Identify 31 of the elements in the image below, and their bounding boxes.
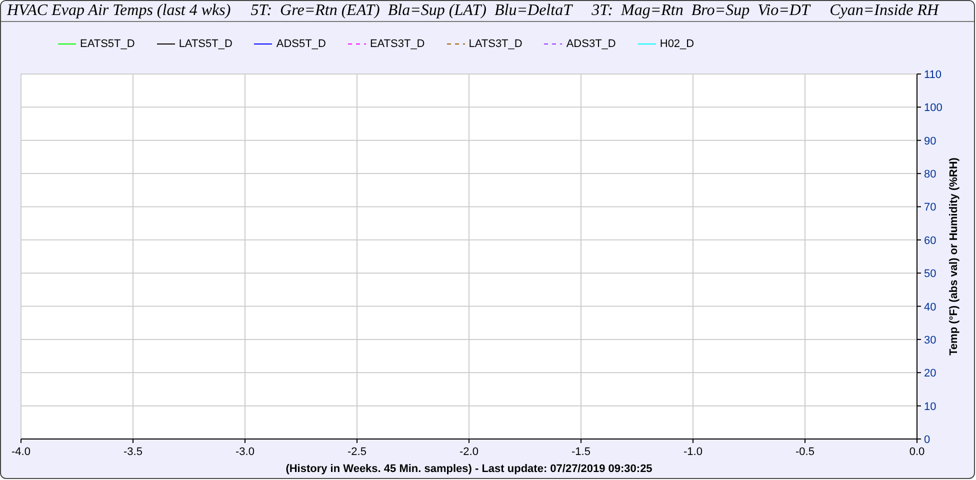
y-axis-label: 100 [924,102,942,114]
y-axis-label: 70 [924,202,936,214]
y-axis-label: 40 [924,301,936,314]
x-axis-label: -1.0 [684,446,702,458]
x-axis-label: -2.0 [460,446,478,458]
legend-label: EATS5T_D [80,38,135,50]
legend-label: LATS5T_D [178,38,232,50]
x-axis-label: -1.5 [572,446,590,458]
legend-label: ADS3T_D [566,38,616,50]
y-axis-label: 110 [924,69,942,81]
legend-label: ADS5T_D [276,38,326,50]
x-axis-label: -0.5 [796,446,814,458]
y-axis-label: 0 [924,434,930,446]
y-axis-label: 60 [924,234,936,247]
x-axis-label: -3.5 [124,446,142,458]
y-axis-label: 80 [924,168,936,181]
y-axis-title: Temp (°F) (abs val) or Humidity (%RH) [948,158,960,356]
legend-label: EATS3T_D [370,38,425,50]
x-axis-label: 0.0 [909,446,925,458]
legend-label: LATS3T_D [468,38,522,50]
x-axis-title: (History in Weeks. 45 Min. samples) - Last update: 07/27/2019 09:30:25 [286,463,652,475]
y-axis-label: 10 [924,400,936,413]
x-axis-label: -2.5 [348,446,366,458]
x-axis-label: -3.0 [236,446,254,458]
y-axis-label: 20 [924,368,936,380]
chart-title: HVAC Evap Air Temps (last 4 wks) 5T: Gre=Rtn (EAT) Bla=Sup (LAT) Blu=DeltaT 3T: Mag=Rtn Bro=Sup Vio=DT Cyan=Inside RH [7,2,939,20]
y-axis-label: 50 [924,268,936,280]
y-axis-label: 30 [924,334,936,346]
x-axis-label: -4.0 [12,446,30,458]
legend-label: H02_D [660,38,694,50]
y-axis-label: 90 [924,135,936,148]
